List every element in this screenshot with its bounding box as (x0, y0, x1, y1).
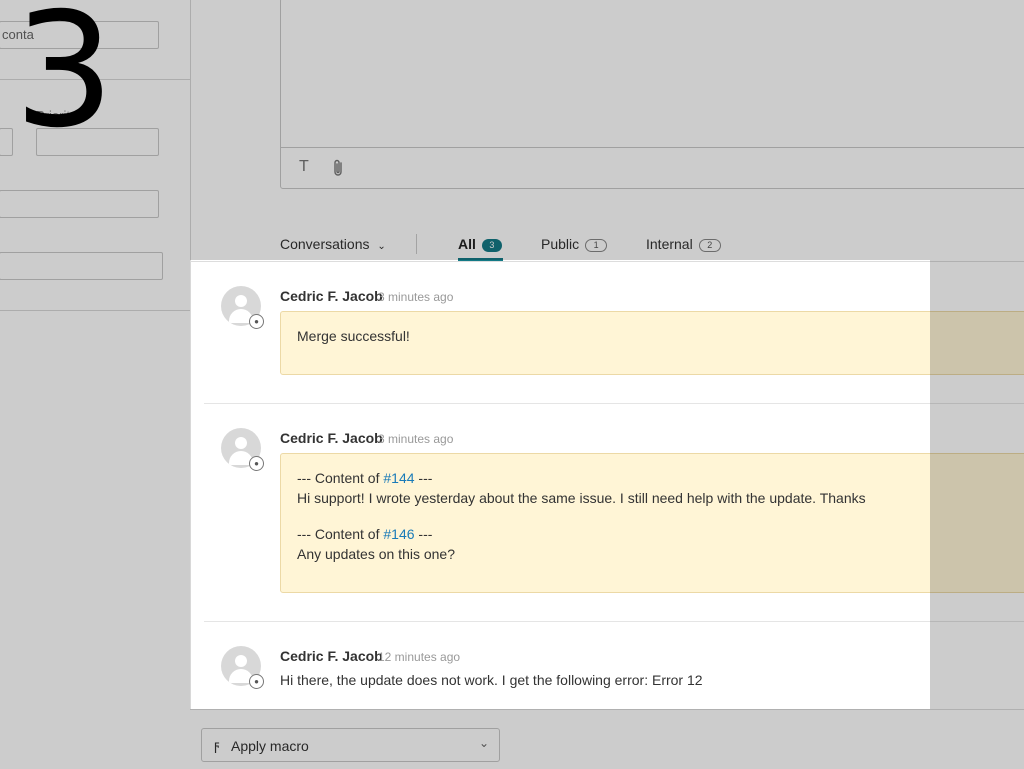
step-number: 3 (14, 0, 115, 163)
message-author[interactable]: Cedric F. Jacob (280, 648, 383, 664)
contact-person-icon: ● (249, 674, 264, 689)
apply-macro-button[interactable]: ϝ Apply macro ⌄ (201, 728, 500, 762)
tab-internal[interactable]: Internal 2 (646, 236, 721, 252)
count-badge: 1 (585, 239, 608, 252)
owner-select[interactable] (0, 252, 163, 280)
tab-public[interactable]: Public 1 (541, 236, 608, 252)
bottom-bar: ϝ Apply macro ⌄ (190, 709, 1024, 769)
count-badge: 3 (481, 239, 502, 252)
lightning-icon: ϝ (214, 737, 220, 753)
paperclip-icon[interactable] (331, 159, 345, 182)
internal-note: Merge successful! (280, 311, 1024, 375)
merged-header: --- Content of #146 --- (297, 526, 433, 542)
tab-all[interactable]: All 3 (458, 236, 502, 252)
group-select[interactable] (0, 190, 159, 218)
text-format-icon[interactable]: T (299, 158, 309, 176)
message-body: Hi there, the update does not work. I ge… (280, 672, 703, 688)
conversations-dropdown[interactable]: Conversations ⌄ (280, 236, 386, 252)
message-divider (204, 403, 1024, 404)
chevron-down-icon: ⌄ (377, 241, 386, 252)
tab-separator (416, 234, 417, 254)
contact-person-icon: ● (249, 314, 264, 329)
message-divider (204, 621, 1024, 622)
message-body: Hi support! I wrote yesterday about the … (297, 490, 866, 506)
count-badge: 2 (698, 239, 721, 252)
sidebar-divider (0, 310, 190, 311)
state-select[interactable] (0, 128, 13, 156)
conversations-label: Conversations (280, 236, 370, 252)
tab-label: All (458, 236, 476, 252)
message-author[interactable]: Cedric F. Jacob (280, 288, 383, 304)
reply-editor[interactable]: T (280, 0, 1024, 189)
internal-note: --- Content of #144 --- Hi support! I wr… (280, 453, 1024, 593)
tab-label: Public (541, 236, 580, 252)
ticket-link[interactable]: #144 (383, 470, 414, 486)
message-timestamp: 12 minutes ago (378, 650, 461, 664)
ticket-link[interactable]: #146 (383, 526, 414, 542)
message-body: Merge successful! (297, 328, 410, 344)
apply-macro-label: Apply macro (231, 738, 309, 754)
contact-person-icon: ● (249, 456, 264, 471)
tabs-divider (190, 261, 1024, 262)
editor-toolbar: T (281, 147, 1024, 188)
message-timestamp: 3 minutes ago (378, 432, 454, 446)
message-body: Any updates on this one? (297, 546, 456, 562)
tab-label: Internal (646, 236, 693, 252)
message-timestamp: 3 minutes ago (378, 290, 454, 304)
merged-header: --- Content of #144 --- (297, 470, 433, 486)
chevron-down-icon: ⌄ (478, 736, 489, 750)
message-author[interactable]: Cedric F. Jacob (280, 430, 383, 446)
